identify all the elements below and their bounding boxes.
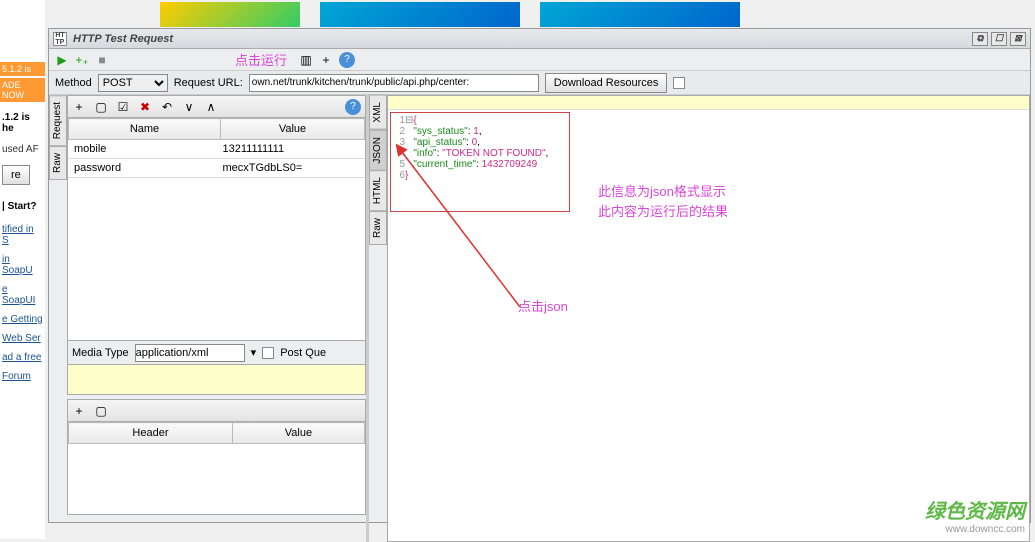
delete-param-icon[interactable]: ✖ bbox=[138, 100, 152, 114]
param-icon-2[interactable]: ▢ bbox=[94, 100, 108, 114]
background-sidebar: 5.1.2 is ADE NOW .1.2 is he used AF re |… bbox=[0, 0, 45, 539]
http-icon: HTTP bbox=[53, 32, 67, 46]
media-type-label: Media Type bbox=[72, 347, 129, 359]
banner-3 bbox=[540, 2, 740, 27]
method-select[interactable]: POST bbox=[98, 74, 168, 92]
close-button[interactable]: ⊠ bbox=[1010, 32, 1026, 46]
params-panel: + ▢ ☑ ✖ ↶ ∨ ∧ ? Name Value bbox=[67, 95, 366, 395]
table-row[interactable]: password mecxTGdbLS0= bbox=[68, 159, 365, 178]
method-label: Method bbox=[55, 77, 92, 89]
watermark: 绿色资源网 www.downcc.com bbox=[925, 495, 1025, 535]
annotation-result: 此内容为运行后的结果 bbox=[598, 201, 728, 220]
toggle-icon[interactable]: ▥ bbox=[299, 53, 313, 67]
request-url-input[interactable] bbox=[249, 74, 539, 92]
annotation-json-format: 此信息为json格式显示 bbox=[598, 181, 726, 200]
maximize-button[interactable]: ☐ bbox=[991, 32, 1007, 46]
table-row[interactable]: mobile 13211111111 bbox=[68, 140, 365, 159]
col-value: Value bbox=[220, 119, 364, 140]
sidebar-heading-2: | Start? bbox=[0, 193, 45, 220]
tab-request[interactable]: Request bbox=[49, 95, 67, 146]
upgrade-badge: ADE NOW bbox=[0, 78, 45, 102]
response-header-bar bbox=[388, 96, 1029, 110]
download-checkbox[interactable] bbox=[673, 77, 685, 89]
run-toolbar: ▶ +₊ ■ 点击运行 ▥ + ? bbox=[49, 49, 1030, 71]
col-value: Value bbox=[232, 423, 364, 444]
main-area: Request Raw + ▢ ☑ ✖ ↶ ∨ ∧ ? Name bbox=[49, 95, 1030, 542]
sidebar-link[interactable]: Web Ser bbox=[0, 329, 45, 348]
json-response-box: 1⊟{ 2 "sys_status": 1, 3 "api_status": 0… bbox=[390, 112, 570, 212]
tab-raw[interactable]: Raw bbox=[49, 146, 67, 180]
sidebar-text: used AF bbox=[0, 142, 45, 157]
sidebar-link[interactable]: e Getting bbox=[0, 310, 45, 329]
stop-icon[interactable]: ■ bbox=[95, 53, 109, 67]
plus-icon[interactable]: + bbox=[319, 53, 333, 67]
version-badge: 5.1.2 is bbox=[0, 62, 45, 76]
param-icon-3[interactable]: ☑ bbox=[116, 100, 130, 114]
up-icon[interactable]: ∧ bbox=[204, 100, 218, 114]
tab-html[interactable]: HTML bbox=[369, 170, 387, 211]
more-button[interactable]: re bbox=[2, 165, 30, 185]
add-header-icon[interactable]: + bbox=[72, 404, 86, 418]
response-content: 1⊟{ 2 "sys_status": 1, 3 "api_status": 0… bbox=[387, 95, 1030, 542]
tab-json[interactable]: JSON bbox=[369, 130, 387, 171]
titlebar: HTTP HTTP Test Request ⧉ ☐ ⊠ bbox=[49, 29, 1030, 49]
url-label: Request URL: bbox=[174, 77, 243, 89]
sidebar-heading: .1.2 is he bbox=[0, 104, 45, 142]
header-icon-2[interactable]: ▢ bbox=[94, 404, 108, 418]
media-type-input[interactable] bbox=[135, 344, 245, 362]
sidebar-link[interactable]: e SoapUI bbox=[0, 280, 45, 310]
help-icon[interactable]: ? bbox=[345, 99, 361, 115]
request-pane: Request Raw + ▢ ☑ ✖ ↶ ∨ ∧ ? Name bbox=[49, 95, 369, 542]
headers-panel: + ▢ Header Value bbox=[67, 399, 366, 515]
sidebar-link[interactable]: tified in S bbox=[0, 220, 45, 250]
col-header: Header bbox=[69, 423, 233, 444]
add-param-icon[interactable]: + bbox=[72, 100, 86, 114]
col-name: Name bbox=[69, 119, 221, 140]
tab-raw-response[interactable]: Raw bbox=[369, 211, 387, 245]
down-icon[interactable]: ∨ bbox=[182, 100, 196, 114]
post-checkbox[interactable] bbox=[262, 347, 274, 359]
sidebar-link[interactable]: Forum bbox=[0, 367, 45, 386]
undo-icon[interactable]: ↶ bbox=[160, 100, 174, 114]
background-banners bbox=[0, 0, 1035, 29]
tab-xml[interactable]: XML bbox=[369, 95, 387, 130]
dropdown-icon[interactable]: ▾ bbox=[251, 346, 257, 359]
body-area[interactable] bbox=[68, 364, 365, 394]
http-request-window: HTTP HTTP Test Request ⧉ ☐ ⊠ ▶ +₊ ■ 点击运行… bbox=[48, 28, 1031, 523]
banner-2 bbox=[320, 2, 520, 27]
response-pane: XML JSON HTML Raw 1⊟{ 2 "sys_status": 1,… bbox=[369, 95, 1030, 542]
request-toolbar: Method POST Request URL: Download Resour… bbox=[49, 71, 1030, 95]
annotation-run: 点击运行 bbox=[235, 50, 287, 69]
run-icon[interactable]: ▶ bbox=[55, 53, 69, 67]
add-endpoint-icon[interactable]: +₊ bbox=[75, 53, 89, 67]
banner-soapui bbox=[160, 2, 300, 27]
help-icon[interactable]: ? bbox=[339, 52, 355, 68]
annotation-click-json: 点击json bbox=[518, 296, 568, 315]
window-title: HTTP Test Request bbox=[73, 33, 173, 45]
headers-body[interactable] bbox=[68, 444, 365, 514]
post-label: Post Que bbox=[280, 347, 326, 359]
restore-button[interactable]: ⧉ bbox=[972, 32, 988, 46]
sidebar-link[interactable]: in SoapU bbox=[0, 250, 45, 280]
download-resources-button[interactable]: Download Resources bbox=[545, 73, 668, 93]
sidebar-link[interactable]: ad a free bbox=[0, 348, 45, 367]
